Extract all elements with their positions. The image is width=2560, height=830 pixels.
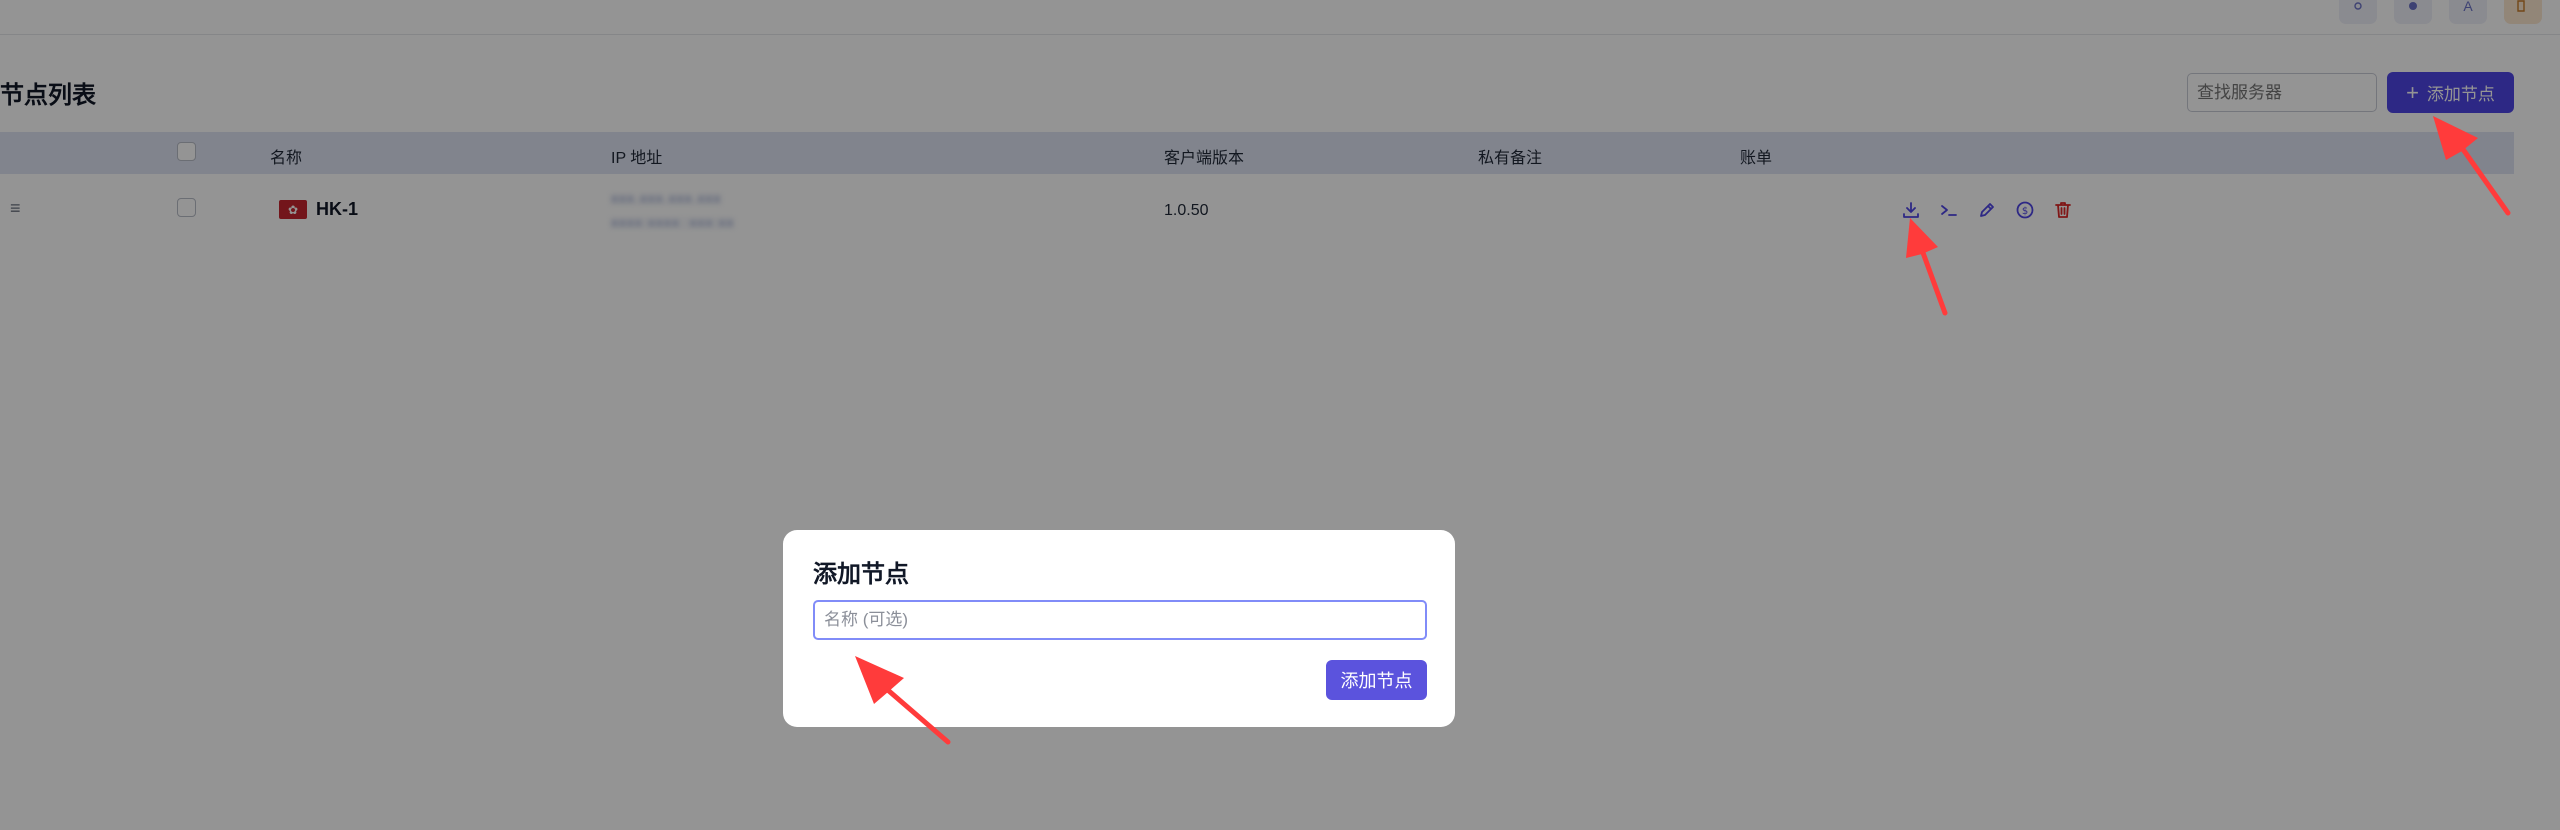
add-node-dialog: 添加节点 添加节点 <box>783 530 1455 727</box>
dialog-title: 添加节点 <box>813 561 909 588</box>
node-name-input[interactable] <box>813 600 1427 640</box>
dialog-submit-button[interactable]: 添加节点 <box>1326 660 1427 700</box>
